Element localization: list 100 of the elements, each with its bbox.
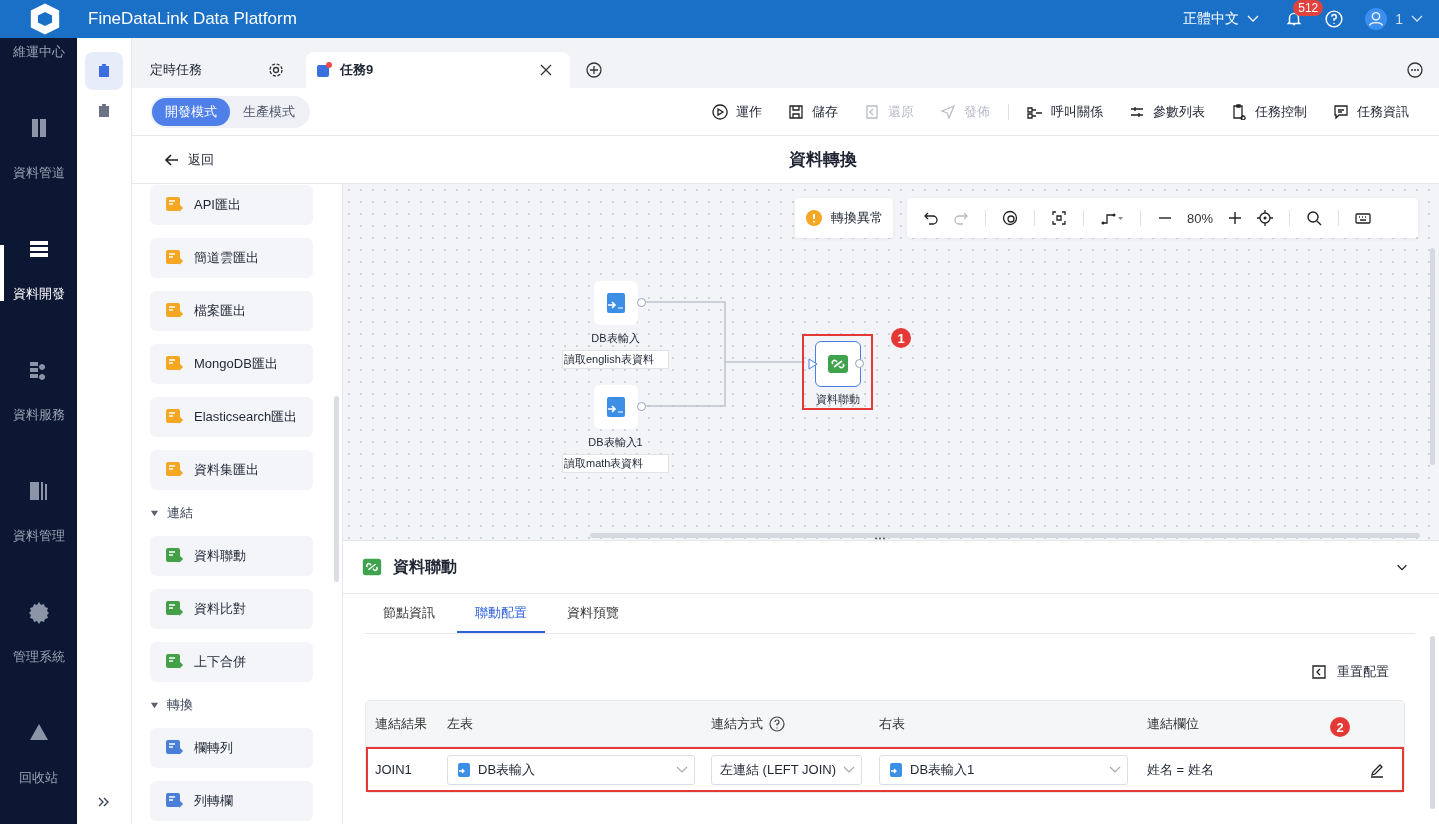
palette-section[interactable]: 轉換 xyxy=(150,695,342,715)
reset-button[interactable]: 重置配置 xyxy=(1311,662,1389,682)
palette-item[interactable]: 檔案匯出 xyxy=(150,291,313,331)
palette-item[interactable]: 欄轉列 xyxy=(150,728,313,768)
task-tab[interactable]: 定時任務 xyxy=(132,52,300,88)
warning-icon xyxy=(805,210,822,226)
step-marker: 1 xyxy=(891,328,911,348)
node-label: 資料聯動 xyxy=(815,392,860,407)
fit-screen-icon[interactable] xyxy=(1051,210,1067,226)
table-cell: 姓名 = 姓名 xyxy=(1147,760,1214,779)
task-icon xyxy=(316,62,332,78)
more-icon[interactable] xyxy=(1407,62,1423,78)
panel-title: 資料聯動 xyxy=(393,556,457,577)
search-icon[interactable] xyxy=(1306,210,1323,226)
clipboard-icon xyxy=(96,63,112,79)
db-node[interactable] xyxy=(593,385,638,429)
table-cell: JOIN1 xyxy=(375,762,412,777)
settings-icon[interactable] xyxy=(268,62,284,78)
language-selector[interactable]: 正體中文 xyxy=(1183,10,1260,28)
toolbar-button[interactable]: 任務資訊 xyxy=(1333,102,1409,121)
locate-icon[interactable] xyxy=(1257,210,1274,226)
zoom-in-icon[interactable] xyxy=(1227,210,1244,226)
db-node[interactable] xyxy=(593,281,638,325)
add-tab-icon[interactable] xyxy=(586,62,602,78)
palette-item[interactable]: 列轉欄 xyxy=(150,781,313,821)
bell-icon[interactable] xyxy=(1285,10,1304,28)
reset-icon xyxy=(1311,664,1327,680)
database-icon xyxy=(456,761,472,778)
comment-icon xyxy=(1333,103,1349,120)
node-label: DB表輸入 xyxy=(591,331,640,346)
palette-item[interactable]: 上下合併 xyxy=(150,642,313,682)
save-icon xyxy=(788,103,804,120)
caret-icon xyxy=(150,508,159,518)
table-select[interactable]: DB表輸入 xyxy=(447,754,695,785)
clipboard-icon xyxy=(96,103,112,119)
join-icon xyxy=(361,556,383,578)
sub-nav-item[interactable] xyxy=(85,52,123,90)
database-icon xyxy=(888,761,904,778)
join-type-select[interactable]: 左連結 (LEFT JOIN) xyxy=(711,754,862,785)
link-icon xyxy=(825,352,850,376)
toolbar-button[interactable]: 運作 xyxy=(712,102,762,121)
help-icon[interactable] xyxy=(769,715,785,732)
close-icon[interactable] xyxy=(538,62,554,78)
panel-tab[interactable]: 節點資訊 xyxy=(365,594,453,633)
palette-item[interactable]: 資料比對 xyxy=(150,589,313,629)
step-marker: 2 xyxy=(1330,717,1350,737)
nav-item[interactable]: 資料管道 xyxy=(0,88,77,209)
node-caption: 讀取english表資料 xyxy=(562,350,669,369)
back-button[interactable]: 返回 xyxy=(164,150,214,169)
node-caption: 讀取math表資料 xyxy=(562,454,669,473)
nav-item[interactable]: 資料服務 xyxy=(0,330,77,451)
zoom-level: 80% xyxy=(1187,210,1214,226)
play-icon xyxy=(712,103,728,120)
mode-button[interactable]: 開發模式 xyxy=(152,97,230,126)
palette-item[interactable]: API匯出 xyxy=(150,185,313,225)
toolbar-button[interactable]: 呼叫關係 xyxy=(1027,102,1103,121)
nav-item[interactable]: 資料開發 xyxy=(0,209,77,330)
node-label: DB表輸入1 xyxy=(588,435,643,450)
panel-tab[interactable]: 聯動配置 xyxy=(457,594,545,633)
nav-item[interactable]: 管理系統 xyxy=(0,572,77,693)
revert-icon xyxy=(864,103,880,120)
caret-icon xyxy=(150,700,159,710)
input-port[interactable] xyxy=(808,358,818,370)
column-header: 連結欄位 xyxy=(1147,714,1199,733)
page-title: 資料轉換 xyxy=(789,149,857,171)
chevron-down-icon xyxy=(1247,15,1260,23)
panel-tab[interactable]: 資料預覽 xyxy=(549,594,637,633)
table-select[interactable]: DB表輸入1 xyxy=(879,754,1128,785)
user-menu[interactable]: 1 xyxy=(1395,11,1423,27)
toolbar-button[interactable]: 任務控制 xyxy=(1231,102,1307,121)
task-tab[interactable]: 任務9 xyxy=(306,52,570,88)
column-header: 連結結果 xyxy=(375,714,427,733)
palette-item[interactable]: Elasticsearch匯出 xyxy=(150,397,313,437)
join-node[interactable] xyxy=(814,341,861,387)
chevron-down-icon xyxy=(1109,765,1121,774)
notification-count: 512 xyxy=(1293,0,1324,16)
chevron-down-icon xyxy=(676,765,688,774)
nav-item[interactable]: 維運中心 xyxy=(0,38,77,88)
column-header: 左表 xyxy=(447,714,473,733)
chevron-down-icon xyxy=(843,765,855,774)
nav-item[interactable]: 回收站 xyxy=(0,693,77,814)
toolbar-button[interactable]: 儲存 xyxy=(788,102,838,121)
palette-item[interactable]: 簡道雲匯出 xyxy=(150,238,313,278)
palette-item[interactable]: 資料集匯出 xyxy=(150,450,313,490)
chevron-down-icon xyxy=(1411,15,1423,23)
status-indicator[interactable]: 轉換異常 xyxy=(795,198,893,238)
keyboard-icon[interactable] xyxy=(1355,210,1372,226)
back-arrow-icon xyxy=(164,151,180,168)
palette-section[interactable]: 連結 xyxy=(150,503,342,523)
send-icon xyxy=(940,103,956,120)
column-header: 右表 xyxy=(879,714,905,733)
mode-button[interactable]: 生產模式 xyxy=(230,97,308,126)
app-title: FineDataLink Data Platform xyxy=(88,9,297,29)
toolbar-button[interactable]: 參數列表 xyxy=(1129,102,1205,121)
nav-item[interactable]: 資料管理 xyxy=(0,451,77,572)
palette-item[interactable]: 資料聯動 xyxy=(150,536,313,576)
palette-item[interactable]: MongoDB匯出 xyxy=(150,344,313,384)
column-header: 連結方式 xyxy=(711,714,763,733)
undo-icon[interactable] xyxy=(923,210,939,226)
user-avatar-icon[interactable] xyxy=(1365,8,1388,30)
